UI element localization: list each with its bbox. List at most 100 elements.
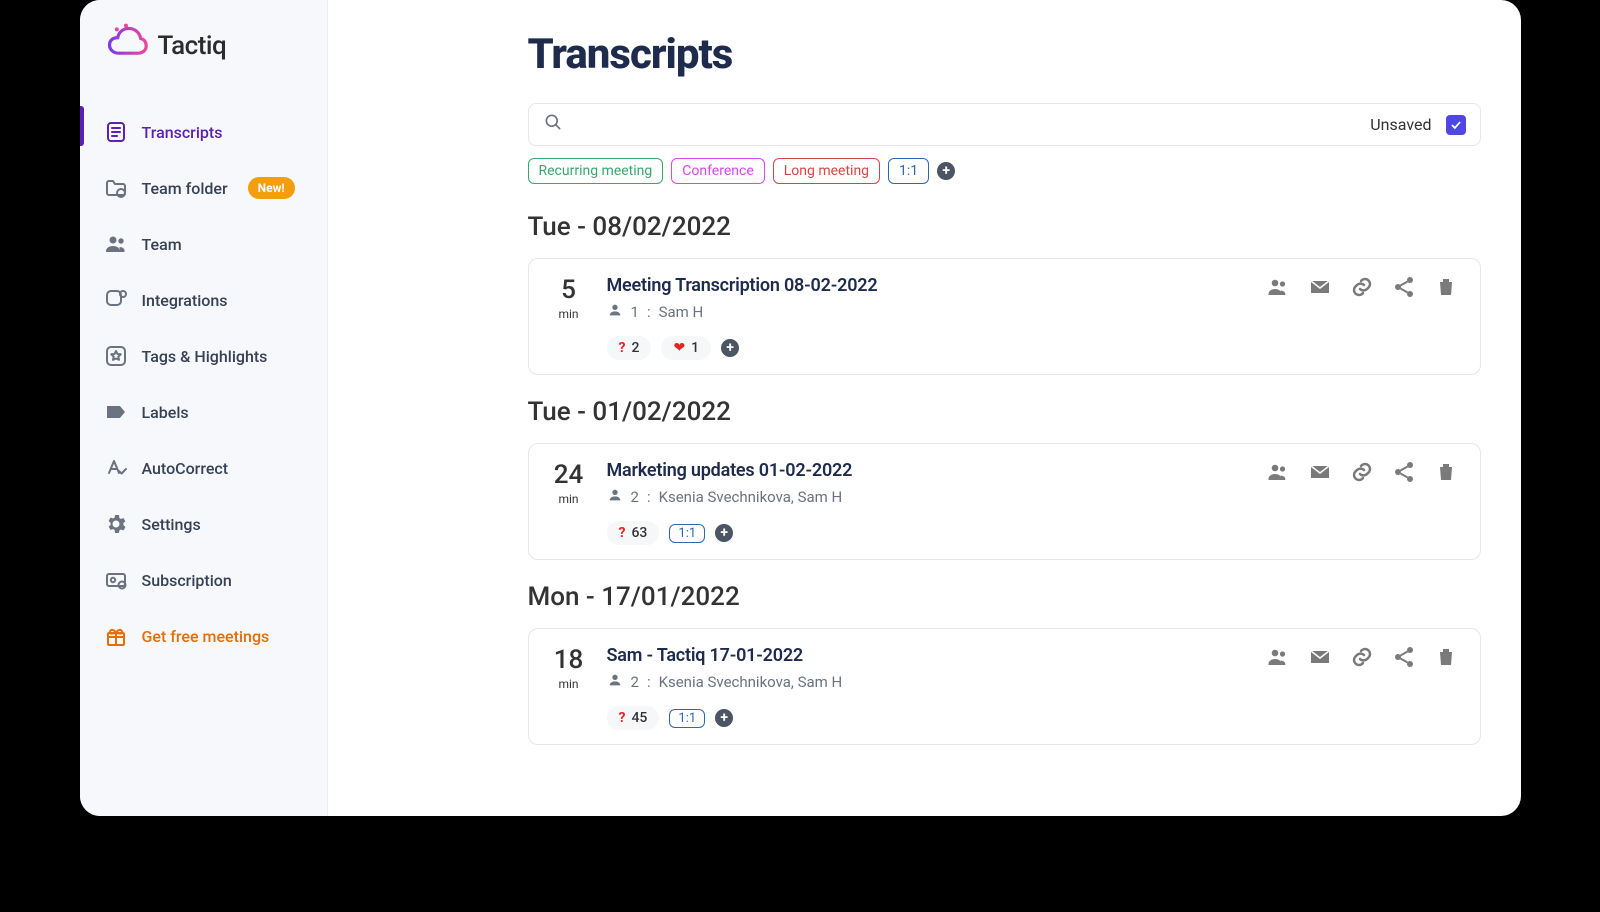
active-indicator — [80, 106, 84, 146]
mail-icon[interactable] — [1308, 460, 1332, 484]
sidebar-item-label: Tags & Highlights — [142, 347, 268, 366]
add-filter-button[interactable]: + — [937, 162, 955, 180]
share-people-icon[interactable] — [1266, 645, 1290, 669]
add-chip-button[interactable]: + — [715, 524, 733, 542]
duration-value: 5 — [561, 277, 576, 303]
transcript-title: Sam - Tactiq 17-01-2022 — [607, 645, 1246, 666]
card-actions — [1266, 275, 1458, 299]
questions-count: 45 — [631, 710, 647, 726]
person-icon — [607, 487, 623, 507]
sidebar-item-label: Labels — [142, 403, 189, 422]
participants-count: 1 — [631, 303, 639, 321]
card-body: Sam - Tactiq 17-01-2022 2: Ksenia Svechn… — [607, 645, 1246, 730]
day-heading: Mon - 17/01/2022 — [528, 582, 1481, 612]
mail-icon[interactable] — [1308, 275, 1332, 299]
sidebar-item-free-meetings[interactable]: Get free meetings — [86, 610, 321, 662]
person-icon — [607, 672, 623, 692]
add-chip-button[interactable]: + — [715, 709, 733, 727]
brand-logo[interactable]: Tactiq — [80, 20, 327, 100]
sidebar-item-autocorrect[interactable]: AutoCorrect — [86, 442, 321, 494]
sidebar-item-label: Get free meetings — [142, 627, 270, 646]
day-heading: Tue - 01/02/2022 — [528, 397, 1481, 427]
share-people-icon[interactable] — [1266, 460, 1290, 484]
integrations-icon — [104, 288, 128, 312]
duration: 5 min — [551, 275, 587, 321]
participants-list: Sam H — [659, 303, 704, 321]
label-chip[interactable]: 1:1 — [669, 524, 705, 543]
label-icon — [104, 400, 128, 424]
sidebar-item-label: Subscription — [142, 571, 232, 590]
sidebar-item-team-folder[interactable]: Team folder New! — [86, 162, 321, 214]
share-icon[interactable] — [1392, 460, 1416, 484]
sidebar: Tactiq Transcripts Team folder New! Team… — [80, 0, 328, 816]
mail-icon[interactable] — [1308, 645, 1332, 669]
card-actions — [1266, 645, 1458, 669]
unsaved-label: Unsaved — [1370, 115, 1431, 134]
sidebar-item-label: Settings — [142, 515, 201, 534]
sidebar-item-labels[interactable]: Labels — [86, 386, 321, 438]
link-icon[interactable] — [1350, 645, 1374, 669]
questions-chip[interactable]: ?2 — [607, 336, 652, 360]
questions-chip[interactable]: ?45 — [607, 706, 660, 730]
questions-count: 2 — [631, 340, 639, 356]
hearts-count: 1 — [691, 340, 699, 356]
sidebar-item-team[interactable]: Team — [86, 218, 321, 270]
duration-unit: min — [558, 307, 578, 321]
person-icon — [607, 302, 623, 322]
cloud-icon — [104, 22, 148, 70]
new-badge: New! — [248, 177, 295, 199]
star-icon — [104, 344, 128, 368]
duration-unit: min — [558, 677, 578, 691]
transcript-card[interactable]: 24 min Marketing updates 01-02-2022 2: K… — [528, 443, 1481, 560]
duration-value: 18 — [554, 647, 584, 673]
page-title: Transcripts — [528, 30, 1481, 79]
sidebar-item-settings[interactable]: Settings — [86, 498, 321, 550]
filter-tag-conference[interactable]: Conference — [671, 158, 764, 184]
hearts-chip[interactable]: ❤1 — [661, 336, 711, 360]
filter-tags: Recurring meeting Conference Long meetin… — [528, 158, 1481, 184]
share-icon[interactable] — [1392, 645, 1416, 669]
label-chip[interactable]: 1:1 — [669, 709, 705, 728]
participants: 1: Sam H — [607, 302, 1246, 322]
card-chips: ?45 1:1 + — [607, 706, 1246, 730]
duration-unit: min — [558, 492, 578, 506]
unsaved-checkbox[interactable] — [1446, 115, 1466, 135]
search-bar[interactable]: Unsaved — [528, 103, 1481, 146]
card-actions — [1266, 460, 1458, 484]
questions-count: 63 — [631, 525, 647, 541]
card-chips: ?2 ❤1 + — [607, 336, 1246, 360]
trash-icon[interactable] — [1434, 460, 1458, 484]
people-icon — [104, 232, 128, 256]
transcript-card[interactable]: 5 min Meeting Transcription 08-02-2022 1… — [528, 258, 1481, 375]
participants-count: 2 — [631, 673, 639, 691]
card-chips: ?63 1:1 + — [607, 521, 1246, 545]
share-icon[interactable] — [1392, 275, 1416, 299]
share-people-icon[interactable] — [1266, 275, 1290, 299]
trash-icon[interactable] — [1434, 275, 1458, 299]
autocorrect-icon — [104, 456, 128, 480]
duration-value: 24 — [554, 462, 584, 488]
link-icon[interactable] — [1350, 460, 1374, 484]
sidebar-item-subscription[interactable]: Subscription — [86, 554, 321, 606]
duration: 24 min — [551, 460, 587, 506]
sidebar-item-label: Team — [142, 235, 182, 254]
filter-tag-long[interactable]: Long meeting — [773, 158, 880, 184]
sidebar-item-transcripts[interactable]: Transcripts — [86, 106, 321, 158]
filter-tag-recurring[interactable]: Recurring meeting — [528, 158, 664, 184]
card-body: Marketing updates 01-02-2022 2: Ksenia S… — [607, 460, 1246, 545]
day-heading: Tue - 08/02/2022 — [528, 212, 1481, 242]
participants-list: Ksenia Svechnikova, Sam H — [659, 488, 843, 506]
add-chip-button[interactable]: + — [721, 339, 739, 357]
questions-chip[interactable]: ?63 — [607, 521, 660, 545]
sidebar-item-label: AutoCorrect — [142, 459, 229, 478]
duration: 18 min — [551, 645, 587, 691]
app-window: Tactiq Transcripts Team folder New! Team… — [80, 0, 1521, 816]
card-body: Meeting Transcription 08-02-2022 1: Sam … — [607, 275, 1246, 360]
transcript-card[interactable]: 18 min Sam - Tactiq 17-01-2022 2: Ksenia… — [528, 628, 1481, 745]
sidebar-item-tags[interactable]: Tags & Highlights — [86, 330, 321, 382]
link-icon[interactable] — [1350, 275, 1374, 299]
sidebar-item-integrations[interactable]: Integrations — [86, 274, 321, 326]
filter-tag-1on1[interactable]: 1:1 — [888, 158, 929, 184]
search-input[interactable] — [573, 115, 1361, 135]
trash-icon[interactable] — [1434, 645, 1458, 669]
